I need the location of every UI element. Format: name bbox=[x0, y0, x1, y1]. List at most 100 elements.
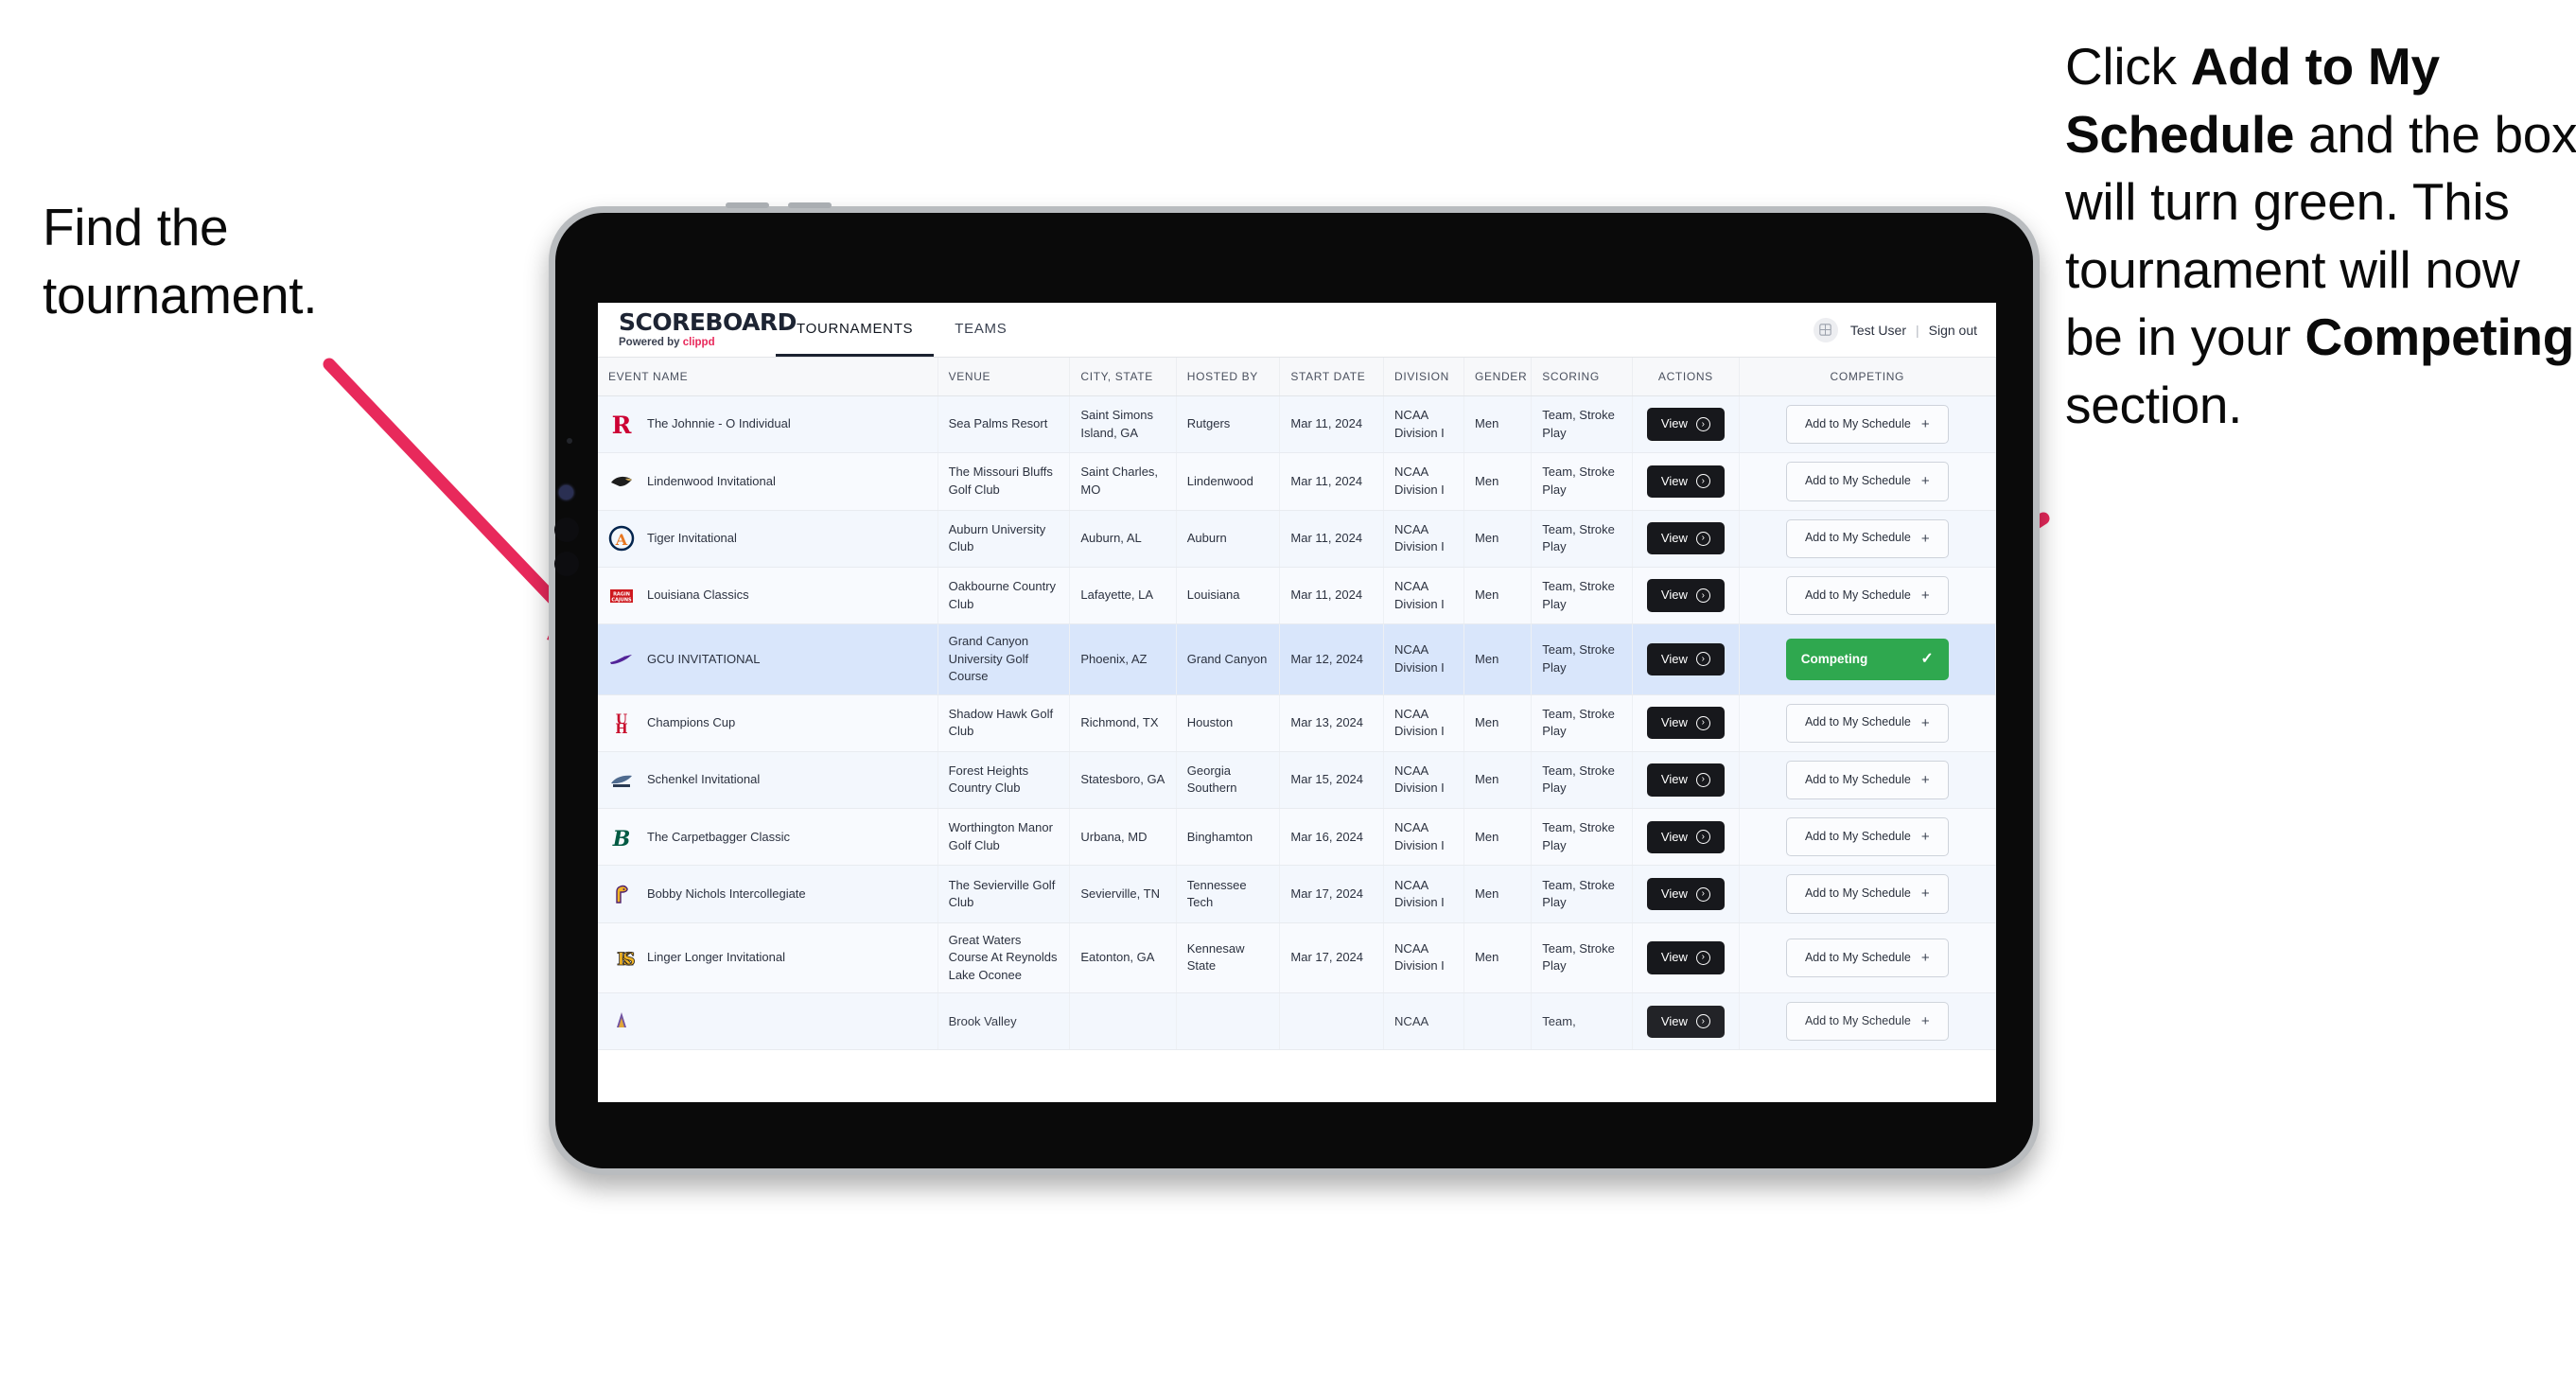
column-header-start-date: START DATE bbox=[1279, 358, 1385, 396]
table-row[interactable]: K S Linger Longer Invitational Great Waters… bbox=[598, 922, 1996, 994]
table-row[interactable]: A Tiger Invitational Auburn University Clu… bbox=[598, 510, 1996, 568]
cell-actions: View › bbox=[1632, 510, 1740, 568]
app-screen: SCOREBOARD Powered by clippd TOURNAMENTS… bbox=[598, 303, 1996, 1102]
cell-start-date: Mar 17, 2024 bbox=[1279, 865, 1385, 923]
screenshot-root: Find the tournament. Click Add to My Sch… bbox=[0, 0, 2576, 1386]
cell-hosted-by: Rutgers bbox=[1176, 395, 1281, 454]
cell-gender: Men bbox=[1463, 510, 1533, 568]
tab-tournaments[interactable]: TOURNAMENTS bbox=[776, 303, 935, 357]
cell-scoring: Team, Stroke Play bbox=[1531, 808, 1634, 867]
view-button[interactable]: View › bbox=[1646, 706, 1725, 740]
view-button[interactable]: View › bbox=[1646, 522, 1725, 555]
table-body: R The Johnnie - O Individual Sea Palms Res… bbox=[598, 395, 1996, 1051]
grid-icon bbox=[1819, 324, 1832, 336]
event-name-text: Lindenwood Invitational bbox=[647, 473, 776, 488]
user-separator: | bbox=[1915, 322, 1919, 338]
tab-teams[interactable]: TEAMS bbox=[934, 303, 1027, 357]
add-to-my-schedule-button[interactable]: Add to My Schedule + bbox=[1785, 817, 1949, 857]
app-header: SCOREBOARD Powered by clippd TOURNAMENTS… bbox=[598, 303, 1996, 358]
table-row[interactable]: R The Johnnie - O Individual Sea Palms Res… bbox=[598, 395, 1996, 454]
cell-scoring: Team, Stroke Play bbox=[1531, 452, 1634, 511]
avatar[interactable] bbox=[1813, 317, 1838, 342]
annotation-left-text: Find the tournament. bbox=[43, 198, 318, 325]
table-row[interactable]: Bobby Nichols Intercollegiate The Sevierv… bbox=[598, 865, 1996, 923]
view-button[interactable]: View › bbox=[1646, 465, 1725, 499]
column-header-hosted-by: HOSTED BY bbox=[1176, 358, 1281, 396]
event-name-text: Louisiana Classics bbox=[647, 588, 749, 603]
add-to-my-schedule-button[interactable]: Add to My Schedule + bbox=[1785, 462, 1949, 501]
view-button[interactable]: View › bbox=[1646, 941, 1725, 974]
cell-competing: Add to My Schedule + bbox=[1739, 865, 1996, 923]
svg-text:CAJUNS: CAJUNS bbox=[611, 597, 632, 603]
cell-event-name: A Tiger Invitational bbox=[598, 510, 938, 568]
view-button-label: View bbox=[1660, 651, 1688, 666]
sign-out-link[interactable]: Sign out bbox=[1929, 323, 1977, 338]
event-name-text: The Carpetbagger Classic bbox=[647, 829, 791, 844]
add-to-my-schedule-label: Add to My Schedule bbox=[1804, 416, 1911, 430]
table-row[interactable]: B The Carpetbagger Classic Worthington Man… bbox=[598, 808, 1996, 867]
add-to-my-schedule-button[interactable]: Add to My Schedule + bbox=[1785, 938, 1949, 978]
annotation-right-b2: Competing bbox=[2304, 307, 2575, 366]
cell-actions: View › bbox=[1632, 694, 1740, 752]
table-head: EVENT NAME VENUE CITY, STATE HOSTED BY START… bbox=[598, 358, 1996, 396]
add-to-my-schedule-label: Add to My Schedule bbox=[1804, 886, 1911, 901]
add-to-my-schedule-button[interactable]: Add to My Schedule + bbox=[1785, 405, 1949, 445]
competing-button[interactable]: Competing ✓ bbox=[1785, 638, 1949, 681]
cell-competing: Add to My Schedule + bbox=[1739, 510, 1996, 568]
add-to-my-schedule-button[interactable]: Add to My Schedule + bbox=[1785, 703, 1949, 743]
view-button[interactable]: View › bbox=[1646, 579, 1725, 612]
cell-gender: Men bbox=[1463, 922, 1533, 994]
plus-icon: + bbox=[1920, 829, 1930, 846]
cell-division: NCAA Division I bbox=[1383, 395, 1465, 454]
cell-hosted-by: Binghamton bbox=[1176, 808, 1281, 867]
table-row[interactable]: GCU INVITATIONAL Grand Canyon University … bbox=[598, 623, 1996, 695]
plus-icon: + bbox=[1920, 473, 1930, 490]
ragin-cajuns-logo: RAGIN CAJUNS bbox=[608, 583, 635, 609]
tennessee-tech-logo bbox=[608, 881, 635, 907]
houston-logo: UH bbox=[608, 710, 635, 736]
view-button-label: View bbox=[1660, 829, 1688, 844]
table-row[interactable]: U H Champions Cup Shadow Hawk Golf Club Rich… bbox=[598, 694, 1996, 752]
add-to-my-schedule-button[interactable]: Add to My Schedule + bbox=[1785, 518, 1949, 558]
table-row[interactable]: Lindenwood Invitational The Missouri Bluf… bbox=[598, 452, 1996, 511]
table-row[interactable]: RAGIN CAJUNS Louisiana Classics Oakbourne C… bbox=[598, 567, 1996, 625]
arrow-right-circle-icon: › bbox=[1695, 588, 1710, 604]
add-to-my-schedule-button[interactable]: Add to My Schedule + bbox=[1785, 1002, 1949, 1042]
add-to-my-schedule-button[interactable]: Add to My Schedule + bbox=[1785, 760, 1949, 800]
view-button[interactable]: View › bbox=[1646, 408, 1725, 441]
view-button[interactable]: View › bbox=[1646, 877, 1725, 911]
cell-hosted-by: Kennesaw State bbox=[1176, 922, 1281, 994]
lindenwood-logo bbox=[608, 468, 635, 495]
table-header-row: EVENT NAME VENUE CITY, STATE HOSTED BY START… bbox=[598, 358, 1996, 396]
view-button[interactable]: View › bbox=[1646, 763, 1725, 797]
add-to-my-schedule-label: Add to My Schedule bbox=[1804, 474, 1911, 488]
annotation-find-tournament: Find the tournament. bbox=[43, 194, 449, 329]
view-button[interactable]: View › bbox=[1646, 820, 1725, 854]
cell-event-name: RAGIN CAJUNS Louisiana Classics bbox=[598, 567, 938, 625]
cell-venue: Grand Canyon University Golf Course bbox=[938, 623, 1071, 695]
add-to-my-schedule-button[interactable]: Add to My Schedule + bbox=[1785, 575, 1949, 616]
cell-start-date: Mar 11, 2024 bbox=[1279, 452, 1385, 511]
cell-city-state: Auburn, AL bbox=[1069, 510, 1177, 568]
cell-scoring: Team, Stroke Play bbox=[1531, 922, 1634, 994]
table-row[interactable]: Schenkel Invitational Forest Heights Coun… bbox=[598, 751, 1996, 810]
cell-gender bbox=[1463, 992, 1533, 1051]
auburn-logo: A bbox=[608, 525, 635, 552]
event-name-text: The Johnnie - O Individual bbox=[647, 416, 791, 431]
add-to-my-schedule-label: Add to My Schedule bbox=[1804, 715, 1911, 729]
cell-gender: Men bbox=[1463, 623, 1533, 695]
view-button[interactable]: View › bbox=[1646, 1005, 1725, 1038]
binghamton-logo: B bbox=[608, 824, 635, 851]
add-to-my-schedule-label: Add to My Schedule bbox=[1804, 588, 1911, 602]
cell-scoring: Team, bbox=[1531, 992, 1634, 1051]
cell-gender: Men bbox=[1463, 567, 1533, 625]
cell-competing: Add to My Schedule + bbox=[1739, 808, 1996, 867]
cell-competing: Add to My Schedule + bbox=[1739, 452, 1996, 511]
event-name-text: Schenkel Invitational bbox=[647, 772, 761, 787]
table-row[interactable]: Brook Valley NCAA Team, View › Add to My Sche… bbox=[598, 992, 1996, 1051]
add-to-my-schedule-button[interactable]: Add to My Schedule + bbox=[1785, 874, 1949, 914]
cell-actions: View › bbox=[1632, 452, 1740, 511]
arrow-right-circle-icon: › bbox=[1695, 715, 1710, 730]
georgia-southern-logo bbox=[608, 766, 635, 793]
view-button[interactable]: View › bbox=[1646, 642, 1725, 676]
